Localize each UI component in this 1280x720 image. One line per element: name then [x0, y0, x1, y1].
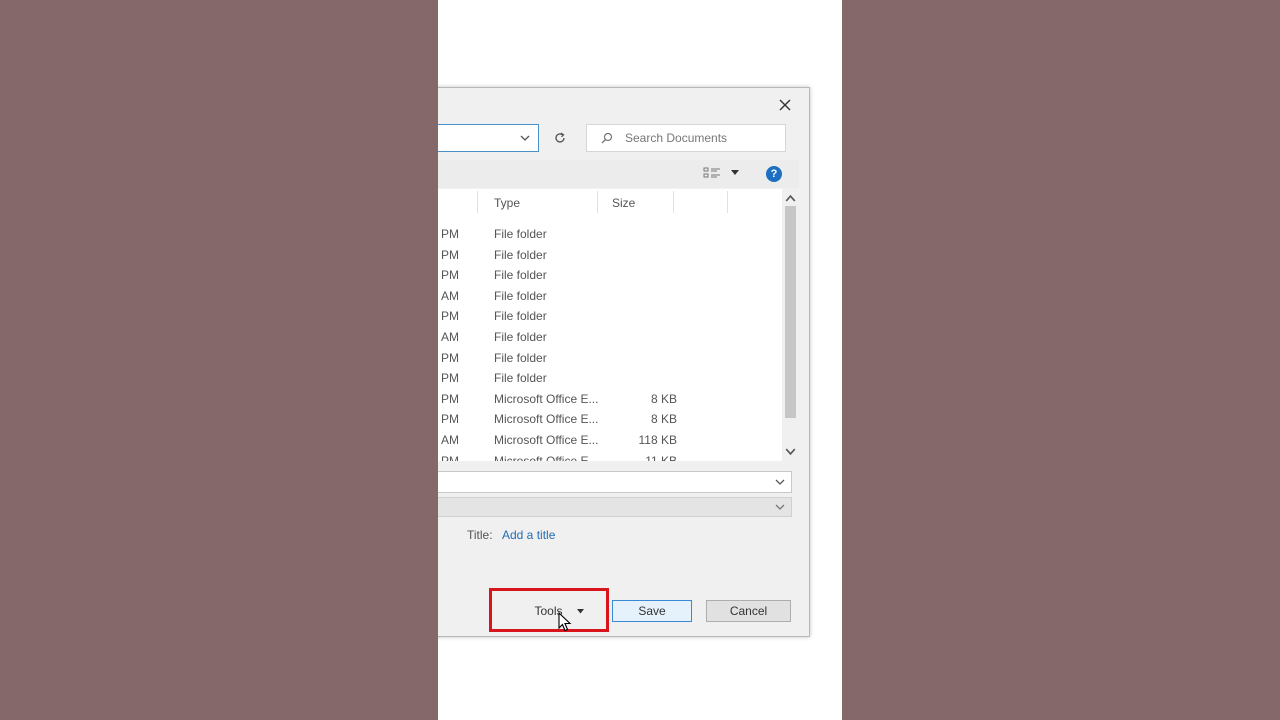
modified-time-cell: PM: [441, 268, 459, 283]
save-label: Save: [638, 604, 666, 618]
column-header-type[interactable]: Type: [494, 191, 520, 215]
size-cell: 11 KB: [645, 453, 677, 461]
modified-time-cell: PM: [441, 309, 459, 324]
modified-time-cell: PM: [441, 412, 459, 427]
refresh-icon: [555, 132, 565, 143]
scroll-down-icon[interactable]: [785, 446, 796, 457]
change-view-button[interactable]: [703, 166, 739, 180]
save-button[interactable]: Save: [612, 600, 692, 622]
type-cell: Microsoft Office E...: [494, 391, 599, 406]
file-row[interactable]: PM Microsoft Office E... 11 KB: [438, 451, 782, 461]
address-bar[interactable]: [438, 124, 539, 152]
type-cell: File folder: [494, 350, 547, 365]
cancel-label: Cancel: [729, 604, 768, 618]
file-row[interactable]: PM File folder: [438, 348, 782, 368]
highlight-box: [489, 588, 609, 632]
type-cell: File folder: [494, 371, 547, 386]
caret-down-icon: [731, 170, 739, 175]
column-separator: [477, 191, 478, 213]
background-left: [0, 0, 438, 720]
type-cell: File folder: [494, 227, 547, 241]
type-cell: File folder: [494, 268, 547, 283]
file-row[interactable]: PM File folder: [438, 224, 782, 244]
title-label: Title:: [467, 528, 493, 542]
save-as-type-select[interactable]: [438, 497, 792, 517]
search-box[interactable]: Search Documents: [586, 124, 786, 152]
vertical-scrollbar[interactable]: [782, 189, 799, 461]
type-cell: File folder: [494, 288, 547, 303]
file-row[interactable]: PM File folder: [438, 245, 782, 265]
file-row[interactable]: PM File folder: [438, 306, 782, 326]
help-icon: ?: [770, 168, 778, 180]
chevron-down-icon: [775, 504, 785, 510]
search-icon: [601, 132, 613, 144]
file-name-input[interactable]: [438, 471, 792, 493]
type-cell: File folder: [494, 247, 547, 262]
type-cell: File folder: [494, 330, 547, 344]
close-button[interactable]: [773, 94, 797, 116]
column-header-size[interactable]: Size: [612, 191, 635, 215]
save-as-dialog: Search Documents ? Type Size PM File fold…: [438, 87, 810, 637]
close-icon: [779, 99, 791, 111]
background-right: [842, 0, 1280, 720]
refresh-button[interactable]: [547, 126, 573, 150]
chevron-down-icon: [775, 479, 785, 485]
type-cell: Microsoft Office E...: [494, 433, 599, 447]
column-separator: [673, 191, 674, 213]
file-row[interactable]: AM File folder: [438, 327, 782, 347]
chevron-down-icon: [520, 135, 530, 141]
modified-time-cell: AM: [441, 288, 459, 303]
size-cell: 118 KB: [638, 433, 677, 447]
search-placeholder: Search Documents: [625, 131, 728, 145]
video-frame: Search Documents ? Type Size PM File fold…: [438, 0, 842, 720]
modified-time-cell: PM: [441, 350, 459, 365]
scroll-up-icon[interactable]: [785, 193, 796, 204]
add-title-link[interactable]: Add a title: [502, 528, 555, 542]
modified-time-cell: PM: [441, 391, 459, 406]
file-row[interactable]: PM File folder: [438, 368, 782, 388]
modified-time-cell: PM: [441, 371, 459, 386]
file-row[interactable]: PM File folder: [438, 265, 782, 285]
type-cell: Microsoft Office E...: [494, 412, 599, 427]
view-options-icon: [703, 167, 720, 178]
type-cell: Microsoft Office E...: [494, 453, 599, 461]
column-separator: [727, 191, 728, 213]
modified-time-cell: PM: [441, 247, 459, 262]
modified-time-cell: AM: [441, 433, 459, 447]
modified-time-cell: PM: [441, 453, 459, 461]
help-button[interactable]: ?: [766, 166, 782, 182]
size-cell: 8 KB: [650, 391, 677, 406]
mouse-cursor-icon: [558, 612, 572, 632]
file-row[interactable]: AM Microsoft Office E... 118 KB: [438, 430, 782, 450]
command-bar: [438, 160, 799, 188]
scrollbar-thumb[interactable]: [785, 206, 796, 418]
file-row[interactable]: PM Microsoft Office E... 8 KB: [438, 389, 782, 409]
file-row[interactable]: PM Microsoft Office E... 8 KB: [438, 409, 782, 429]
column-separator: [597, 191, 598, 213]
type-cell: File folder: [494, 309, 547, 324]
file-list: Type Size PM File folder PM File folder PM Fi…: [438, 189, 782, 461]
modified-time-cell: AM: [441, 330, 459, 344]
size-cell: 8 KB: [650, 412, 677, 427]
cancel-button[interactable]: Cancel: [706, 600, 791, 622]
modified-time-cell: PM: [441, 227, 459, 241]
file-row[interactable]: AM File folder: [438, 286, 782, 306]
